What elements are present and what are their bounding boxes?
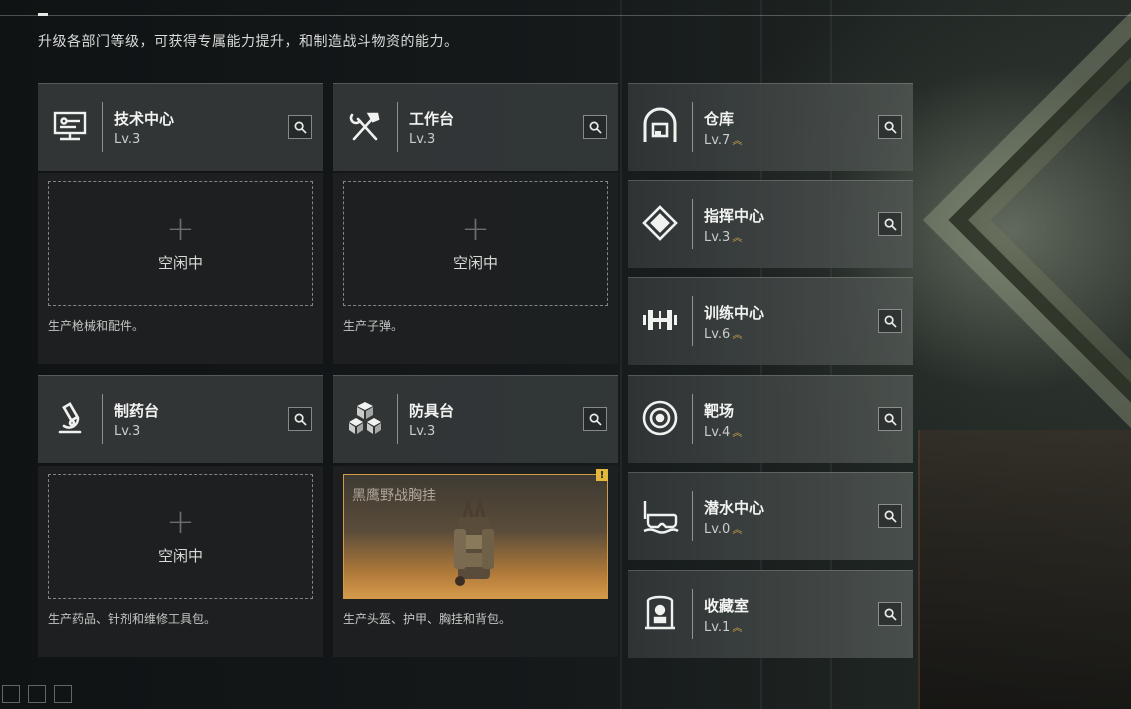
dept-card-diving-center[interactable]: 潜水中心 Lv.0 ︽ [628,472,913,560]
dept-name: 收藏室 [704,597,750,615]
search-icon [294,121,307,134]
search-icon [884,608,897,621]
search-icon [294,413,307,426]
dept-level: Lv.3 [409,132,436,147]
dept-level: Lv.3 [409,424,436,439]
slot-status: 空闲中 [157,547,203,565]
corner-box [54,685,72,703]
slot-status: 空闲中 [452,254,498,272]
plus-icon: + [166,209,195,249]
command-icon [640,203,680,243]
dept-card-warehouse[interactable]: 仓库 Lv.7 ︽ [628,83,913,171]
search-button[interactable] [878,504,902,528]
search-icon [884,413,897,426]
dept-level: Lv.3 ︽ [704,230,743,245]
dept-level: Lv.0 ︽ [704,522,743,537]
search-button[interactable] [878,115,902,139]
display-case-icon [640,593,680,633]
production-slot-tech-center[interactable]: + 空闲中 生产枪械和配件。 [38,173,323,364]
production-slot-armor-bench[interactable]: 黑鹰野战胸挂 ! 生产头盔、护甲、胸挂和背包。 [333,466,618,657]
plus-icon: + [461,209,490,249]
corner-box [2,685,20,703]
slot-description: 生产枪械和配件。 [48,319,145,333]
empty-slot[interactable]: + 空闲中 [48,474,313,599]
empty-slot[interactable]: + 空闲中 [343,181,608,306]
search-icon [884,315,897,328]
dept-name: 制药台 [114,402,160,420]
top-marker [38,13,48,16]
dept-card-workbench[interactable]: 工作台 Lv.3 [333,83,618,171]
dept-name: 靶场 [704,402,735,420]
upgrade-available-icon: ︽ [732,233,743,244]
search-icon [884,218,897,231]
dept-card-pharmacy[interactable]: 制药台 Lv.3 [38,375,323,463]
search-button[interactable] [583,115,607,139]
dept-level: Lv.3 [114,424,141,439]
dept-level: Lv.7 ︽ [704,133,743,148]
search-icon [884,121,897,134]
search-button[interactable] [878,407,902,431]
search-button[interactable] [583,407,607,431]
dept-level: Lv.1 ︽ [704,620,743,635]
corner-box [28,685,46,703]
production-slot-pharmacy[interactable]: + 空闲中 生产药品、针剂和维修工具包。 [38,466,323,657]
upgrade-available-icon: ︽ [732,525,743,536]
alert-badge: ! [596,469,608,481]
dept-card-armor-bench[interactable]: 防具台 Lv.3 [333,375,618,463]
goggles-icon [640,495,680,535]
search-button[interactable] [878,309,902,333]
dept-level: Lv.3 [114,132,141,147]
dept-name: 防具台 [409,402,455,420]
upgrade-available-icon: ︽ [732,623,743,634]
crafting-item-card[interactable]: 黑鹰野战胸挂 ! [343,469,608,599]
top-divider [0,15,1131,16]
dept-card-command-center[interactable]: 指挥中心 Lv.3 ︽ [628,180,913,268]
page-subtitle: 升级各部门等级，可获得专属能力提升，和制造战斗物资的能力。 [38,34,459,50]
dept-card-tech-center[interactable]: 技术中心 Lv.3 [38,83,323,171]
upgrade-available-icon: ︽ [732,136,743,147]
search-button[interactable] [878,212,902,236]
upgrade-available-icon: ︽ [732,330,743,341]
plus-icon: + [166,502,195,542]
dumbbell-icon [640,300,680,340]
slot-status: 空闲中 [157,254,203,272]
dept-level: Lv.6 ︽ [704,327,743,342]
bottom-left-controls [2,685,72,703]
empty-slot[interactable]: + 空闲中 [48,181,313,306]
search-icon [884,510,897,523]
slot-description: 生产头盔、护甲、胸挂和背包。 [343,612,512,626]
slot-description: 生产子弹。 [343,319,404,333]
boxes-icon [345,398,385,438]
dept-name: 训练中心 [704,304,765,322]
slot-description: 生产药品、针剂和维修工具包。 [48,612,217,626]
tools-icon [345,106,385,146]
warehouse-icon [640,106,680,146]
target-icon [640,398,680,438]
dept-name: 指挥中心 [704,207,765,225]
dept-level: Lv.4 ︽ [704,425,743,440]
search-button[interactable] [288,407,312,431]
search-button[interactable] [878,602,902,626]
search-button[interactable] [288,115,312,139]
dept-card-collection-room[interactable]: 收藏室 Lv.1 ︽ [628,570,913,658]
dept-name: 仓库 [704,110,735,128]
item-name: 黑鹰野战胸挂 [352,488,436,504]
upgrade-available-icon: ︽ [732,428,743,439]
search-icon [589,121,602,134]
production-slot-workbench[interactable]: + 空闲中 生产子弹。 [333,173,618,364]
microscope-icon [50,398,90,438]
dept-card-training-center[interactable]: 训练中心 Lv.6 ︽ [628,277,913,365]
dept-name: 工作台 [409,110,455,128]
dept-name: 技术中心 [114,110,175,128]
dept-name: 潜水中心 [704,499,765,517]
chest-rig-image [454,499,494,586]
search-icon [589,413,602,426]
computer-icon [50,106,90,146]
dept-card-shooting-range[interactable]: 靶场 Lv.4 ︽ [628,375,913,463]
